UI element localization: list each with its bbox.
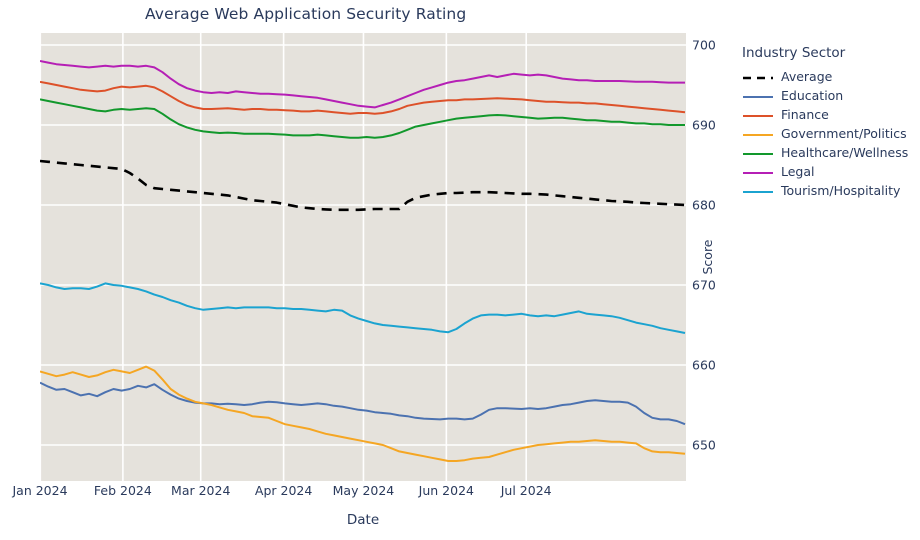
plot-lines xyxy=(40,33,686,481)
x-tick-label: May 2024 xyxy=(332,483,395,498)
legend-swatch-solid xyxy=(742,108,774,122)
legend-item[interactable]: Finance xyxy=(742,105,917,124)
legend-swatch-solid xyxy=(742,146,774,160)
legend-swatch-solid xyxy=(742,184,774,198)
x-axis-label: Date xyxy=(346,512,380,528)
x-tick-label: Jan 2024 xyxy=(12,483,68,498)
legend-item-label: Healthcare/Wellness xyxy=(781,145,909,160)
chart-title: Average Web Application Security Rating xyxy=(145,5,467,23)
y-tick-label: 660 xyxy=(692,357,716,373)
series-line xyxy=(40,381,686,426)
legend-item-label: Finance xyxy=(781,107,829,122)
legend-title: Industry Sector xyxy=(742,45,846,61)
legend-item[interactable]: Healthcare/Wellness xyxy=(742,143,917,162)
series-lines xyxy=(40,60,686,462)
series-line xyxy=(40,365,686,462)
legend-item-label: Legal xyxy=(781,164,815,179)
legend-item-label: Average xyxy=(781,69,833,84)
y-tick-label: 680 xyxy=(692,197,716,213)
series-line xyxy=(40,282,686,334)
y-tick-label: 670 xyxy=(692,277,716,293)
legend-swatch-solid xyxy=(742,127,774,141)
x-tick-label: Apr 2024 xyxy=(254,483,313,498)
gridlines xyxy=(40,33,686,481)
legend-item-label: Tourism/Hospitality xyxy=(781,183,901,198)
legend-item-label: Education xyxy=(781,88,844,103)
x-tick-label: Jun 2024 xyxy=(418,483,475,498)
legend-item[interactable]: Tourism/Hospitality xyxy=(742,181,917,200)
y-tick-label: 690 xyxy=(692,117,716,133)
x-tick-label: Mar 2024 xyxy=(171,483,231,498)
legend-item-label: Government/Politics xyxy=(781,126,907,141)
legend-item[interactable]: Legal xyxy=(742,162,917,181)
legend-swatch-solid xyxy=(742,89,774,103)
series-line xyxy=(40,60,685,109)
series-line xyxy=(40,98,685,139)
x-tick-label: Feb 2024 xyxy=(93,483,152,498)
legend-item[interactable]: Government/Politics xyxy=(742,124,917,143)
chart-figure: Average Web Application Security Rating … xyxy=(0,0,920,540)
y-axis-label: Score xyxy=(700,239,715,275)
series-line xyxy=(40,159,686,212)
legend-item[interactable]: Education xyxy=(742,86,917,105)
legend-swatch-solid xyxy=(742,165,774,179)
y-tick-label: 650 xyxy=(692,437,716,453)
legend: Industry Sector Average Education Finance G… xyxy=(742,45,917,200)
plot-area xyxy=(40,33,686,481)
y-tick-label: 700 xyxy=(692,37,716,53)
x-tick-label: Jul 2024 xyxy=(500,483,552,498)
x-axis-tick-labels: Jan 2024 Feb 2024 Mar 2024 Apr 2024 May 2024… xyxy=(0,483,920,503)
legend-item[interactable]: Average xyxy=(742,67,917,86)
legend-swatch-dashed xyxy=(742,70,774,84)
legend-items: Average Education Finance Government/Politi… xyxy=(742,67,917,200)
